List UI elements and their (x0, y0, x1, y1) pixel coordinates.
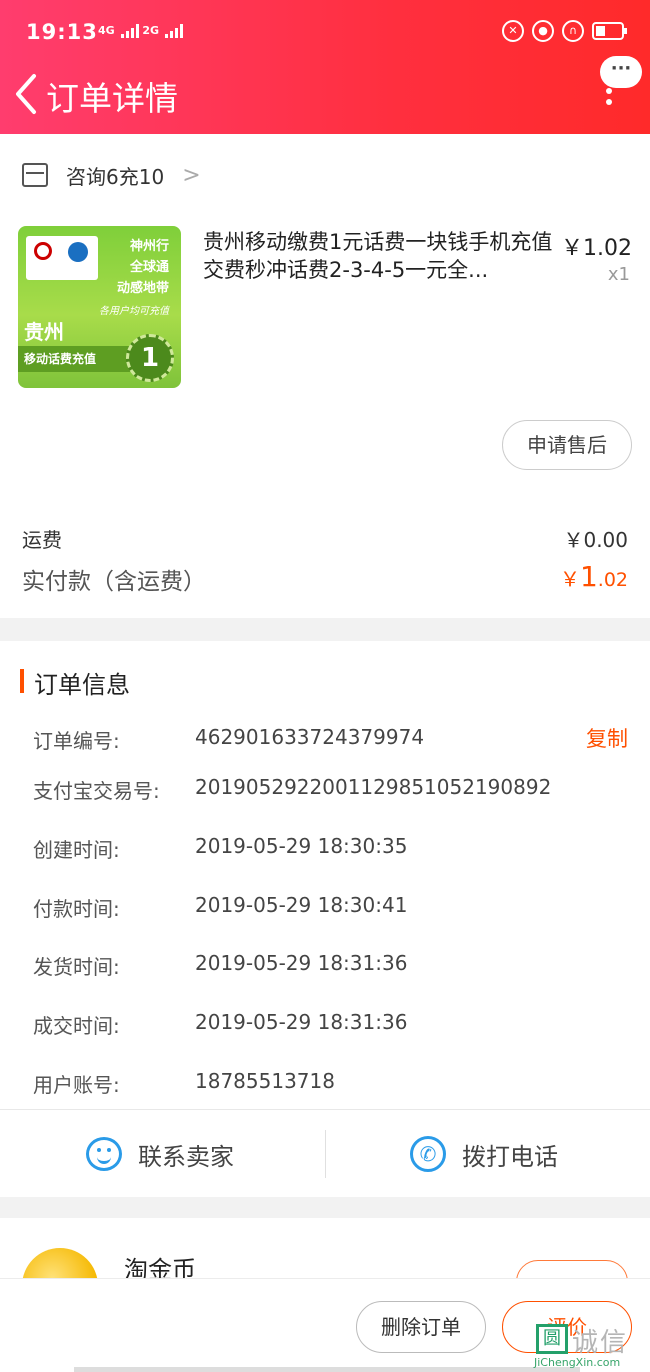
nav-bar: 订单详情 ··· (0, 56, 650, 124)
lock-rotation-icon: ● (532, 20, 554, 42)
info-value: 2019052922001129851052190892 (195, 775, 552, 799)
phone-icon: ✆ (410, 1136, 446, 1172)
chevron-right-icon: > (182, 162, 201, 188)
chat-smile-icon (86, 1137, 122, 1171)
shop-row[interactable]: 咨询6充10 > (22, 160, 201, 190)
paid-currency: ￥ (559, 567, 580, 591)
product-image-slogan: 神州行 全球通 动感地带 (117, 236, 169, 299)
battery-icon (592, 22, 627, 40)
order-info-title: 订单信息 (34, 671, 130, 699)
contact-bar: 联系卖家 ✆ 拨打电话 (0, 1109, 650, 1197)
page-title: 订单详情 (46, 79, 178, 118)
product-title[interactable]: 贵州移动缴费1元话费一块钱手机充值交费秒冲话费2-3-4-5一元全... (203, 228, 553, 284)
status-icons: ✕ ● ∩ (502, 20, 627, 42)
watermark-text: 诚信 (572, 1328, 629, 1358)
call-phone-label: 拨打电话 (462, 1142, 558, 1171)
watermark-url: JiChengXin.com (534, 1356, 621, 1369)
watermark-logo: 圆 (536, 1324, 568, 1354)
watermark: 圆 诚信 JiChengXin.com (532, 1322, 650, 1372)
back-arrow-icon[interactable] (12, 72, 42, 116)
slogan-2: 全球通 (129, 260, 169, 275)
product-price: ￥1.02 (561, 236, 632, 261)
info-label: 订单编号: (33, 729, 120, 753)
delete-order-button[interactable]: 删除订单 (356, 1301, 486, 1353)
olympic-mobile-logo (26, 236, 98, 280)
shop-name: 咨询6充10 (66, 164, 165, 189)
product-quantity: x1 (607, 264, 630, 285)
signal-icon (120, 24, 139, 38)
contact-seller-button[interactable]: 联系卖家 (86, 1134, 234, 1174)
network-label-1: 4G (98, 24, 115, 37)
status-time: 19:13 (26, 20, 98, 44)
section-accent-bar (20, 669, 24, 693)
slogan-3: 动感地带 (116, 281, 169, 296)
headset-icon: ∩ (562, 20, 584, 42)
info-label: 用户账号: (33, 1073, 120, 1097)
mute-bell-icon: ✕ (502, 20, 524, 42)
info-label: 创建时间: (33, 838, 120, 862)
copy-button[interactable]: 复制 (586, 723, 628, 753)
info-label: 支付宝交易号: (33, 779, 160, 803)
paid-label: 实付款（含运费） (22, 569, 206, 595)
info-value: 2019-05-29 18:31:36 (195, 1010, 408, 1034)
signal-icon-2 (164, 24, 183, 38)
paid-amount: ￥1.02 (560, 560, 628, 593)
shipping-value: ￥0.00 (563, 528, 628, 552)
info-value: 18785513718 (195, 1069, 335, 1093)
more-bubble[interactable]: ··· (600, 56, 642, 88)
info-value: 462901633724379974 (195, 725, 425, 749)
divider (325, 1130, 326, 1178)
slogan-1: 神州行 (129, 239, 169, 254)
status-bar: 19:13 4G 2G ✕ ● ∩ (26, 18, 627, 50)
info-label: 付款时间: (33, 897, 120, 921)
info-value: 2019-05-29 18:30:41 (195, 893, 408, 917)
product-image-seal: 1 (126, 334, 174, 382)
header: 19:13 4G 2G ✕ ● ∩ 订单详情 ··· (0, 0, 650, 134)
paid-integer: 1 (579, 560, 598, 593)
paid-decimal: .02 (597, 569, 628, 591)
product-image-band: 移动话费充值 (18, 346, 138, 372)
product-image-subtext: 各用户均可充值 (99, 306, 169, 317)
contact-seller-label: 联系卖家 (138, 1142, 234, 1171)
product-image-province: 贵州 (24, 320, 64, 344)
call-phone-button[interactable]: ✆ 拨打电话 (410, 1134, 558, 1174)
more-menu-icon[interactable] (606, 88, 614, 110)
info-value: 2019-05-29 18:30:35 (195, 834, 408, 858)
after-sale-button[interactable]: 申请售后 (502, 420, 632, 470)
store-icon (22, 163, 48, 187)
home-indicator (74, 1367, 580, 1372)
signal-indicator: 4G 2G (98, 24, 183, 38)
order-info-card: 订单信息 复制 订单编号: 462901633724379974 支付宝交易号:… (0, 641, 650, 1197)
info-label: 发货时间: (33, 955, 120, 979)
shipping-label: 运费 (22, 528, 62, 552)
order-item-card: 咨询6充10 > 神州行 全球通 动感地带 各用户均可充值 贵州 移动话费充值 … (0, 134, 650, 618)
info-value: 2019-05-29 18:31:36 (195, 951, 408, 975)
network-label-2: 2G (142, 24, 160, 37)
product-image[interactable]: 神州行 全球通 动感地带 各用户均可充值 贵州 移动话费充值 1 (18, 226, 181, 388)
info-label: 成交时间: (33, 1014, 120, 1038)
